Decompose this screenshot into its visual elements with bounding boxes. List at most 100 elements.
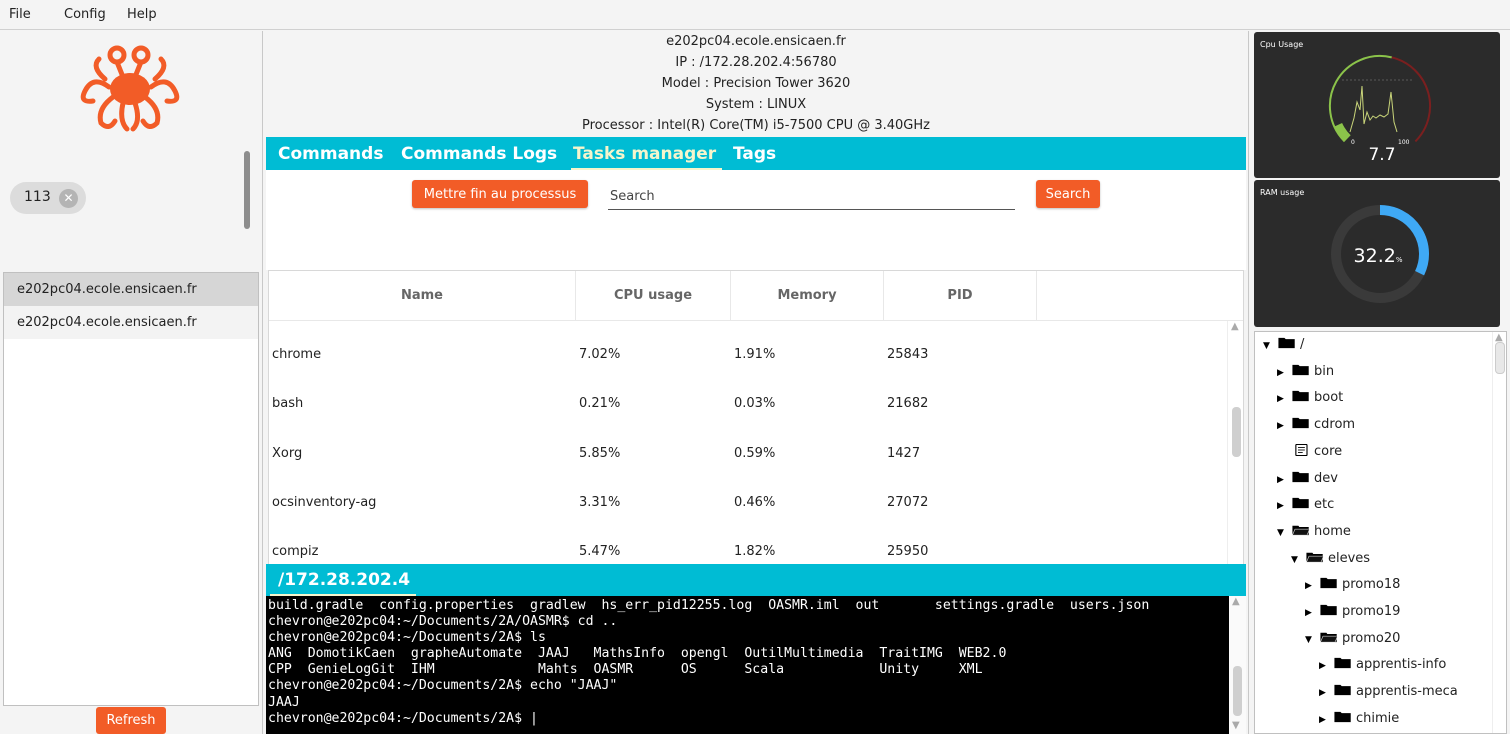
tree-node[interactable]: ▶ chimie <box>1319 706 1399 732</box>
tab-bar: Commands Commands Logs Tasks manager Tag… <box>266 137 1246 170</box>
tree-node[interactable]: ▶ dev <box>1277 466 1338 492</box>
tree-scroll-thumb[interactable] <box>1495 342 1505 374</box>
tree-node[interactable]: ▼ home <box>1277 519 1351 545</box>
tree-node[interactable]: ▶ etc <box>1277 492 1334 518</box>
column-header-memory[interactable]: Memory <box>731 271 884 321</box>
cell-cpu: 3.31% <box>579 495 621 510</box>
tree-node[interactable]: ▶ bin <box>1277 359 1334 385</box>
tree-node[interactable]: ▶ apprentis-info <box>1319 652 1446 678</box>
expand-right-icon[interactable]: ▶ <box>1277 360 1291 386</box>
monitor-sidebar: Cpu Usage 0 100 7.7 RAM usage 32.2% ▼ / ▶ b… <box>1248 31 1510 734</box>
tree-node[interactable]: core <box>1277 439 1342 465</box>
scroll-down-icon[interactable]: ▼ <box>1232 720 1240 731</box>
cpu-value: 7.7 <box>1368 145 1395 165</box>
tree-node-label: promo20 <box>1342 630 1401 646</box>
kill-process-button[interactable]: Mettre fin au processus <box>412 180 588 208</box>
refresh-button[interactable]: Refresh <box>96 707 166 734</box>
tree-node[interactable]: ▶ promo18 <box>1305 572 1400 598</box>
cell-pid: 25843 <box>887 347 929 362</box>
table-row[interactable]: Xorg 5.85% 0.59% 1427 <box>269 429 1227 478</box>
expand-right-icon[interactable]: ▶ <box>1305 573 1319 599</box>
table-row[interactable]: chrome 7.02% 1.91% 25843 <box>269 330 1227 379</box>
tree-node[interactable]: ▼ eleves <box>1291 546 1370 572</box>
expand-down-icon[interactable]: ▼ <box>1263 333 1277 359</box>
expand-right-icon[interactable]: ▶ <box>1277 386 1291 412</box>
cell-memory: 0.46% <box>734 495 776 510</box>
cell-memory: 0.59% <box>734 446 776 461</box>
tree-node-label: boot <box>1314 390 1344 406</box>
tree-node-label: etc <box>1314 497 1335 513</box>
table-header: Name CPU usage Memory PID <box>269 271 1243 321</box>
expand-down-icon[interactable]: ▼ <box>1277 520 1291 546</box>
expand-right-icon[interactable]: ▶ <box>1277 493 1291 519</box>
folder-icon <box>1292 471 1309 482</box>
menu-config[interactable]: Config <box>64 7 106 22</box>
tab-commands[interactable]: Commands <box>278 144 383 164</box>
menu-bar: File Config Help <box>0 0 1510 30</box>
flying-spaghetti-monster-logo <box>80 45 180 132</box>
expand-right-icon[interactable]: ▶ <box>1277 413 1291 439</box>
chip-label: 113 <box>24 189 51 205</box>
terminal-scroll-thumb[interactable] <box>1233 666 1242 716</box>
host-list-item[interactable]: e202pc04.ecole.ensicaen.fr <box>4 273 258 306</box>
cpu-gauge-panel: Cpu Usage 0 100 7.7 <box>1254 32 1500 178</box>
expand-right-icon[interactable]: ▶ <box>1277 467 1291 493</box>
cpu-gauge: 0 100 7.7 <box>1328 54 1432 165</box>
terminal-scrollbar[interactable]: ▲ ▼ <box>1229 596 1246 734</box>
folder-icon <box>1334 684 1351 696</box>
file-tree: ▼ / ▶ bin ▶ boot ▶ cdrom core ▶ dev ▶ etc ▼ home ▼ eleve… <box>1254 331 1507 734</box>
tree-node-label: home <box>1314 523 1351 539</box>
expand-down-icon[interactable]: ▼ <box>1305 627 1319 653</box>
tab-tags[interactable]: Tags <box>733 144 776 164</box>
folder-open-icon <box>1320 632 1338 643</box>
tree-node[interactable]: ▶ promo19 <box>1305 599 1400 625</box>
tree-node[interactable]: ▼ / <box>1263 332 1304 358</box>
tab-commands-logs[interactable]: Commands Logs <box>401 144 557 164</box>
expand-right-icon[interactable]: ▶ <box>1319 653 1333 679</box>
menu-file[interactable]: File <box>9 7 31 22</box>
cell-pid: 21682 <box>887 396 929 411</box>
table-scroll-thumb[interactable] <box>1232 407 1241 457</box>
table-row[interactable]: bash 0.21% 0.03% 21682 <box>269 379 1227 428</box>
tree-node[interactable]: ▶ cdrom <box>1277 412 1355 438</box>
tree-node[interactable]: ▼ promo20 <box>1305 626 1400 652</box>
tree-scrollbar[interactable]: ▲ <box>1492 332 1506 733</box>
ram-gauge-panel: RAM usage 32.2% <box>1254 180 1500 327</box>
ram-value-number: 32.2 <box>1354 245 1396 267</box>
expand-right-icon[interactable]: ▶ <box>1319 707 1333 733</box>
menu-help[interactable]: Help <box>127 7 157 22</box>
cell-name: Xorg <box>272 446 303 461</box>
processor-text: Processor : Intel(R) Core(TM) i5-7500 CP… <box>582 118 930 133</box>
expand-right-icon[interactable]: ▶ <box>1305 600 1319 626</box>
terminal-line: ANG DomotikCaen grapheAutomate JAAJ Math… <box>268 646 1007 662</box>
sidebar-scrollbar[interactable] <box>244 151 250 229</box>
terminal-tab[interactable]: /172.28.202.4 <box>278 570 410 590</box>
column-header-pid[interactable]: PID <box>884 271 1037 321</box>
table-scrollbar[interactable]: ▲ ▼ <box>1227 321 1243 583</box>
terminal-line: chevron@e202pc04:~/Documents/2A$ echo "J… <box>268 678 618 694</box>
chip-close-icon[interactable]: ✕ <box>59 189 78 208</box>
terminal-output[interactable]: build.gradle config.properties gradlew h… <box>266 596 1246 734</box>
tree-node-label: chimie <box>1356 710 1400 726</box>
main-panel: e202pc04.ecole.ensicaen.fr IP : /172.28.… <box>266 31 1246 734</box>
tree-node[interactable]: ▶ apprentis-meca <box>1319 679 1458 705</box>
terminal-tab-bar: /172.28.202.4 <box>266 564 1246 596</box>
ram-gauge: 32.2% <box>1331 205 1429 303</box>
scroll-up-icon[interactable]: ▲ <box>1232 596 1240 607</box>
tab-tasks-manager[interactable]: Tasks manager <box>573 144 716 164</box>
cell-name: ocsinventory-ag <box>272 495 377 510</box>
column-header-cpu[interactable]: CPU usage <box>576 271 731 321</box>
table-row[interactable]: ocsinventory-ag 3.31% 0.46% 27072 <box>269 478 1227 527</box>
terminal-line: chevron@e202pc04:~/Documents/2A$ ls <box>268 630 546 646</box>
terminal-line: chevron@e202pc04:~/Documents/2A$ | <box>268 710 538 726</box>
tree-node[interactable]: ▶ boot <box>1277 385 1343 411</box>
cell-pid: 1427 <box>887 446 921 461</box>
scroll-up-icon[interactable]: ▲ <box>1231 321 1239 332</box>
folder-icon <box>1292 364 1309 375</box>
host-list-item[interactable]: e202pc04.ecole.ensicaen.fr <box>4 306 258 339</box>
search-input[interactable] <box>608 184 1015 210</box>
column-header-name[interactable]: Name <box>269 271 576 321</box>
expand-right-icon[interactable]: ▶ <box>1319 680 1333 706</box>
expand-down-icon[interactable]: ▼ <box>1291 547 1305 573</box>
search-button[interactable]: Search <box>1036 180 1100 208</box>
